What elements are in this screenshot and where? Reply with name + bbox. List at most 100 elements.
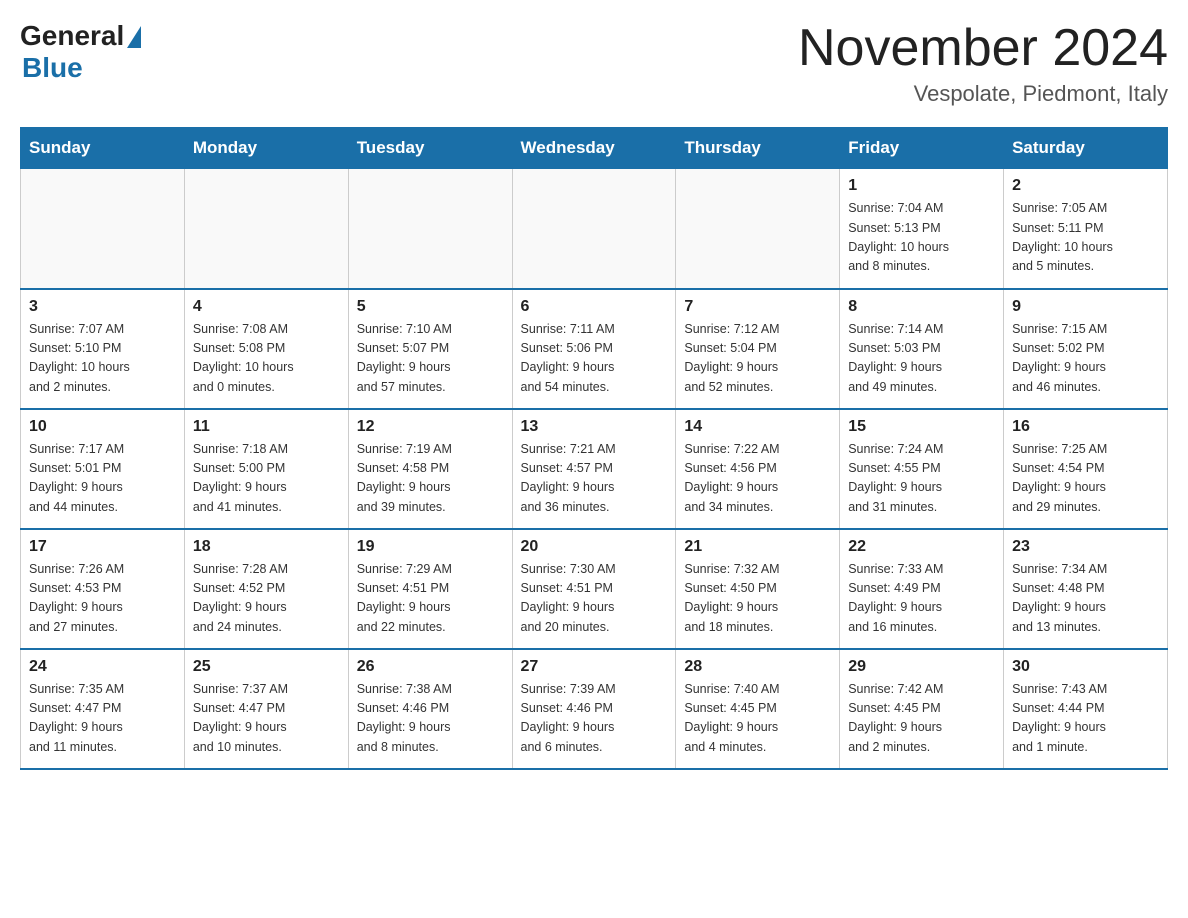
day-info: Sunrise: 7:29 AM Sunset: 4:51 PM Dayligh…	[357, 560, 504, 638]
day-info: Sunrise: 7:19 AM Sunset: 4:58 PM Dayligh…	[357, 440, 504, 518]
header-day-sunday: Sunday	[21, 128, 185, 169]
day-cell: 2 Sunrise: 7:05 AM Sunset: 5:11 PM Daylig…	[1004, 169, 1168, 289]
day-info: Sunrise: 7:30 AM Sunset: 4:51 PM Dayligh…	[521, 560, 668, 638]
location-title: Vespolate, Piedmont, Italy	[798, 81, 1168, 107]
day-cell: 11Sunrise: 7:18 AM Sunset: 5:00 PM Dayli…	[184, 409, 348, 529]
day-cell: 3Sunrise: 7:07 AM Sunset: 5:10 PM Daylig…	[21, 289, 185, 409]
day-cell: 7 Sunrise: 7:12 AM Sunset: 5:04 PM Daylig…	[676, 289, 840, 409]
day-cell: 25 Sunrise: 7:37 AM Sunset: 4:47 PM Dayli…	[184, 649, 348, 769]
day-info: Sunrise: 7:33 AM Sunset: 4:49 PM Dayligh…	[848, 560, 995, 638]
day-number: 21	[684, 538, 831, 556]
day-info: Sunrise: 7:35 AM Sunset: 4:47 PM Dayligh…	[29, 680, 176, 758]
week-row-1: 1 Sunrise: 7:04 AM Sunset: 5:13 PM Daylig…	[21, 169, 1168, 289]
day-cell: 19 Sunrise: 7:29 AM Sunset: 4:51 PM Dayli…	[348, 529, 512, 649]
day-info: Sunrise: 7:28 AM Sunset: 4:52 PM Dayligh…	[193, 560, 340, 638]
day-number: 9	[1012, 298, 1159, 316]
day-number: 16	[1012, 418, 1159, 436]
header-row: SundayMondayTuesdayWednesdayThursdayFrid…	[21, 128, 1168, 169]
day-cell: 30 Sunrise: 7:43 AM Sunset: 4:44 PM Dayli…	[1004, 649, 1168, 769]
header-day-tuesday: Tuesday	[348, 128, 512, 169]
logo: General Blue	[20, 20, 141, 84]
day-number: 29	[848, 658, 995, 676]
day-info: Sunrise: 7:37 AM Sunset: 4:47 PM Dayligh…	[193, 680, 340, 758]
day-info: Sunrise: 7:05 AM Sunset: 5:11 PM Dayligh…	[1012, 199, 1159, 277]
day-cell: 8Sunrise: 7:14 AM Sunset: 5:03 PM Daylig…	[840, 289, 1004, 409]
logo-general-text: General	[20, 20, 124, 52]
day-cell: 22Sunrise: 7:33 AM Sunset: 4:49 PM Dayli…	[840, 529, 1004, 649]
day-cell: 17 Sunrise: 7:26 AM Sunset: 4:53 PM Dayli…	[21, 529, 185, 649]
day-number: 5	[357, 298, 504, 316]
week-row-2: 3Sunrise: 7:07 AM Sunset: 5:10 PM Daylig…	[21, 289, 1168, 409]
day-info: Sunrise: 7:25 AM Sunset: 4:54 PM Dayligh…	[1012, 440, 1159, 518]
week-row-3: 10Sunrise: 7:17 AM Sunset: 5:01 PM Dayli…	[21, 409, 1168, 529]
day-cell: 14 Sunrise: 7:22 AM Sunset: 4:56 PM Dayli…	[676, 409, 840, 529]
day-number: 14	[684, 418, 831, 436]
day-number: 20	[521, 538, 668, 556]
day-cell: 9 Sunrise: 7:15 AM Sunset: 5:02 PM Daylig…	[1004, 289, 1168, 409]
day-info: Sunrise: 7:34 AM Sunset: 4:48 PM Dayligh…	[1012, 560, 1159, 638]
logo-triangle-icon	[127, 26, 141, 48]
day-number: 2	[1012, 177, 1159, 195]
day-cell: 15 Sunrise: 7:24 AM Sunset: 4:55 PM Dayli…	[840, 409, 1004, 529]
day-info: Sunrise: 7:32 AM Sunset: 4:50 PM Dayligh…	[684, 560, 831, 638]
week-row-4: 17 Sunrise: 7:26 AM Sunset: 4:53 PM Dayli…	[21, 529, 1168, 649]
day-number: 25	[193, 658, 340, 676]
day-number: 7	[684, 298, 831, 316]
day-cell	[512, 169, 676, 289]
day-info: Sunrise: 7:39 AM Sunset: 4:46 PM Dayligh…	[521, 680, 668, 758]
day-number: 19	[357, 538, 504, 556]
day-number: 24	[29, 658, 176, 676]
day-cell: 12Sunrise: 7:19 AM Sunset: 4:58 PM Dayli…	[348, 409, 512, 529]
day-cell: 26Sunrise: 7:38 AM Sunset: 4:46 PM Dayli…	[348, 649, 512, 769]
day-number: 18	[193, 538, 340, 556]
day-info: Sunrise: 7:26 AM Sunset: 4:53 PM Dayligh…	[29, 560, 176, 638]
day-cell: 16 Sunrise: 7:25 AM Sunset: 4:54 PM Dayli…	[1004, 409, 1168, 529]
day-cell: 24 Sunrise: 7:35 AM Sunset: 4:47 PM Dayli…	[21, 649, 185, 769]
day-info: Sunrise: 7:11 AM Sunset: 5:06 PM Dayligh…	[521, 320, 668, 398]
day-info: Sunrise: 7:24 AM Sunset: 4:55 PM Dayligh…	[848, 440, 995, 518]
page-header: General Blue November 2024 Vespolate, Pi…	[20, 20, 1168, 107]
day-cell	[676, 169, 840, 289]
day-cell: 10Sunrise: 7:17 AM Sunset: 5:01 PM Dayli…	[21, 409, 185, 529]
day-info: Sunrise: 7:18 AM Sunset: 5:00 PM Dayligh…	[193, 440, 340, 518]
day-number: 10	[29, 418, 176, 436]
day-cell: 28 Sunrise: 7:40 AM Sunset: 4:45 PM Dayli…	[676, 649, 840, 769]
day-cell: 23Sunrise: 7:34 AM Sunset: 4:48 PM Dayli…	[1004, 529, 1168, 649]
day-number: 15	[848, 418, 995, 436]
day-info: Sunrise: 7:38 AM Sunset: 4:46 PM Dayligh…	[357, 680, 504, 758]
month-title: November 2024	[798, 20, 1168, 77]
day-info: Sunrise: 7:43 AM Sunset: 4:44 PM Dayligh…	[1012, 680, 1159, 758]
day-number: 4	[193, 298, 340, 316]
day-info: Sunrise: 7:12 AM Sunset: 5:04 PM Dayligh…	[684, 320, 831, 398]
day-number: 6	[521, 298, 668, 316]
calendar-header: SundayMondayTuesdayWednesdayThursdayFrid…	[21, 128, 1168, 169]
day-cell: 18 Sunrise: 7:28 AM Sunset: 4:52 PM Dayli…	[184, 529, 348, 649]
day-info: Sunrise: 7:08 AM Sunset: 5:08 PM Dayligh…	[193, 320, 340, 398]
day-number: 30	[1012, 658, 1159, 676]
day-cell: 1 Sunrise: 7:04 AM Sunset: 5:13 PM Daylig…	[840, 169, 1004, 289]
day-info: Sunrise: 7:15 AM Sunset: 5:02 PM Dayligh…	[1012, 320, 1159, 398]
day-cell	[21, 169, 185, 289]
day-cell: 21 Sunrise: 7:32 AM Sunset: 4:50 PM Dayli…	[676, 529, 840, 649]
day-cell: 29 Sunrise: 7:42 AM Sunset: 4:45 PM Dayli…	[840, 649, 1004, 769]
header-day-wednesday: Wednesday	[512, 128, 676, 169]
header-day-friday: Friday	[840, 128, 1004, 169]
day-number: 8	[848, 298, 995, 316]
day-cell: 5 Sunrise: 7:10 AM Sunset: 5:07 PM Daylig…	[348, 289, 512, 409]
week-row-5: 24 Sunrise: 7:35 AM Sunset: 4:47 PM Dayli…	[21, 649, 1168, 769]
day-cell	[348, 169, 512, 289]
day-info: Sunrise: 7:10 AM Sunset: 5:07 PM Dayligh…	[357, 320, 504, 398]
title-area: November 2024 Vespolate, Piedmont, Italy	[798, 20, 1168, 107]
header-day-saturday: Saturday	[1004, 128, 1168, 169]
header-day-thursday: Thursday	[676, 128, 840, 169]
day-info: Sunrise: 7:40 AM Sunset: 4:45 PM Dayligh…	[684, 680, 831, 758]
day-number: 17	[29, 538, 176, 556]
day-info: Sunrise: 7:07 AM Sunset: 5:10 PM Dayligh…	[29, 320, 176, 398]
day-cell: 27Sunrise: 7:39 AM Sunset: 4:46 PM Dayli…	[512, 649, 676, 769]
day-info: Sunrise: 7:22 AM Sunset: 4:56 PM Dayligh…	[684, 440, 831, 518]
calendar-table: SundayMondayTuesdayWednesdayThursdayFrid…	[20, 127, 1168, 770]
day-info: Sunrise: 7:04 AM Sunset: 5:13 PM Dayligh…	[848, 199, 995, 277]
day-info: Sunrise: 7:42 AM Sunset: 4:45 PM Dayligh…	[848, 680, 995, 758]
day-number: 1	[848, 177, 995, 195]
day-number: 28	[684, 658, 831, 676]
